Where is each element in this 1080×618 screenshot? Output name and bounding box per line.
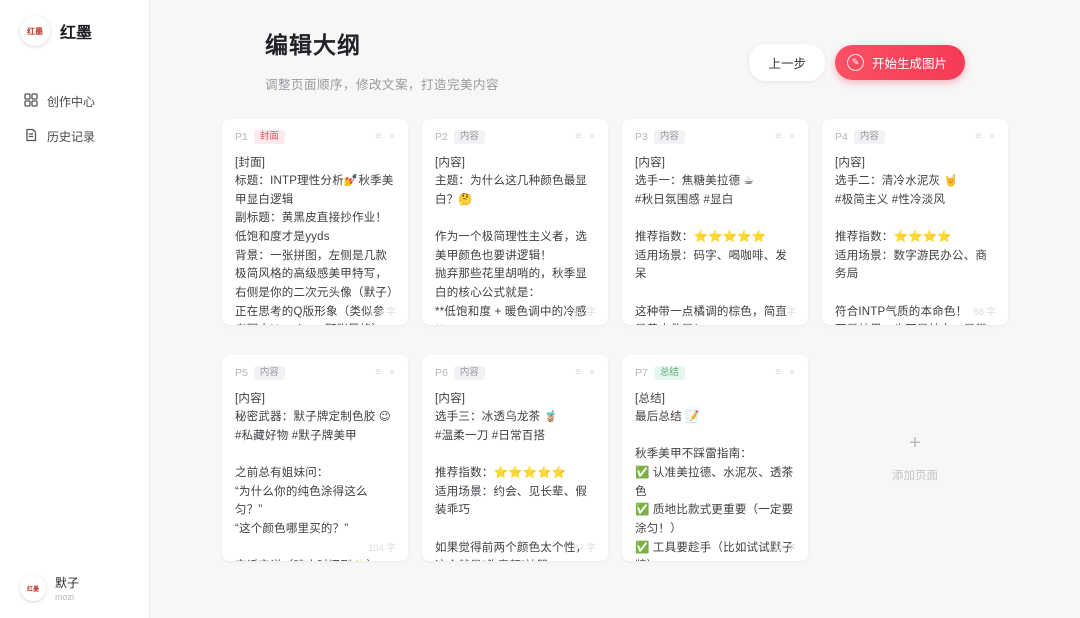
page-header: 编辑大纲 调整页面顺序，修改文案，打造完美内容 上一步 ✎ 开始生成图片 xyxy=(222,26,1008,93)
close-icon[interactable]: × xyxy=(589,367,595,378)
drag-handle-icon[interactable]: ≡ xyxy=(975,131,981,142)
card-actions: ≡ × xyxy=(975,131,995,142)
card-body-text[interactable]: [内容] 选手三：冰透乌龙茶 🧋 #温柔一刀 #日常百搭 推荐指数：⭐⭐⭐⭐⭐ … xyxy=(435,390,595,562)
card-tag-badge: 封面 xyxy=(254,130,285,144)
outline-card-p2[interactable]: P2 内容 ≡ × [内容] 主题：为什么这几种颜色最显白？🤔 作为一个极简理性… xyxy=(422,119,608,325)
card-id: P7 xyxy=(635,367,648,379)
drag-handle-icon[interactable]: ≡ xyxy=(775,131,781,142)
char-count: 88 字 xyxy=(973,304,996,318)
close-icon[interactable]: × xyxy=(389,131,395,142)
card-tag-badge: 内容 xyxy=(654,130,685,144)
history-icon xyxy=(24,128,38,145)
card-head: P4 内容 ≡ × xyxy=(835,130,995,144)
user-meta: 默子 mozi xyxy=(55,574,79,602)
brand-row: 红墨 红墨 xyxy=(0,0,149,46)
generate-images-button[interactable]: ✎ 开始生成图片 xyxy=(835,45,965,80)
sidebar-item-history[interactable]: 历史记录 xyxy=(0,119,149,154)
close-icon[interactable]: × xyxy=(589,131,595,142)
plus-icon: + xyxy=(909,433,921,453)
card-actions: ≡ × xyxy=(575,131,595,142)
close-icon[interactable]: × xyxy=(789,131,795,142)
user-name: 默子 xyxy=(55,574,79,591)
add-page-card[interactable]: + 添加页面 xyxy=(822,355,1008,561)
char-count: 104 字 xyxy=(368,540,396,554)
card-head: P7 总结 ≡ × xyxy=(635,366,795,380)
card-id: P3 xyxy=(635,131,648,143)
card-tag-badge: 内容 xyxy=(854,130,885,144)
main-area: 编辑大纲 调整页面顺序，修改文案，打造完美内容 上一步 ✎ 开始生成图片 P1 … xyxy=(150,0,1080,618)
sidebar-menu: 创作中心 历史记录 xyxy=(0,84,149,154)
char-count: 68 字 xyxy=(773,304,796,318)
sidebar: 红墨 红墨 创作中心 历史记录 红墨 默子 mozi xyxy=(0,0,150,618)
char-count: 176 字 xyxy=(368,304,396,318)
sidebar-item-label: 历史记录 xyxy=(47,128,95,145)
sidebar-item-creation-center[interactable]: 创作中心 xyxy=(0,84,149,119)
close-icon[interactable]: × xyxy=(989,131,995,142)
card-id: P1 xyxy=(235,131,248,143)
card-head: P1 封面 ≡ × xyxy=(235,130,395,144)
card-actions: ≡ × xyxy=(575,367,595,378)
page-header-text: 编辑大纲 调整页面顺序，修改文案，打造完美内容 xyxy=(265,26,499,93)
card-body-text[interactable]: [内容] 秘密武器：默子牌定制色胶 😉 #私藏好物 #默子牌美甲 之前总有姐妹问… xyxy=(235,390,395,562)
card-tag-badge: 内容 xyxy=(454,130,485,144)
card-actions: ≡ × xyxy=(375,367,395,378)
card-actions: ≡ × xyxy=(375,131,395,142)
user-profile[interactable]: 红墨 默子 mozi xyxy=(20,574,79,602)
previous-step-button[interactable]: 上一步 xyxy=(749,44,825,81)
card-body-text[interactable]: [封面] 标题：INTP理性分析💅秋季美甲显白逻辑 副标题：黄黑皮直接抄作业！低… xyxy=(235,154,395,326)
card-head: P2 内容 ≡ × xyxy=(435,130,595,144)
drag-handle-icon[interactable]: ≡ xyxy=(375,131,381,142)
outline-card-p1[interactable]: P1 封面 ≡ × [封面] 标题：INTP理性分析💅秋季美甲显白逻辑 副标题：… xyxy=(222,119,408,325)
card-id: P6 xyxy=(435,367,448,379)
grid-icon xyxy=(24,93,38,110)
outline-card-grid: P1 封面 ≡ × [封面] 标题：INTP理性分析💅秋季美甲显白逻辑 副标题：… xyxy=(222,119,1008,561)
char-count: 87 字 xyxy=(573,540,596,554)
generate-images-label: 开始生成图片 xyxy=(872,53,947,72)
brand-logo-icon: 红墨 xyxy=(20,16,50,46)
card-head: P5 内容 ≡ × xyxy=(235,366,395,380)
char-count: 92 字 xyxy=(773,540,796,554)
page-title: 编辑大纲 xyxy=(265,26,499,60)
card-tag-badge: 内容 xyxy=(254,366,285,380)
outline-card-p4[interactable]: P4 内容 ≡ × [内容] 选手二：清冷水泥灰 🤘 #极简主义 #性冷淡风 推… xyxy=(822,119,1008,325)
drag-handle-icon[interactable]: ≡ xyxy=(575,367,581,378)
card-body-text[interactable]: [总结] 最后总结 📝 秋季美甲不踩雷指南： ✅ 认准美拉德、水泥灰、透茶色 ✅… xyxy=(635,390,795,562)
card-head: P6 内容 ≡ × xyxy=(435,366,595,380)
drag-handle-icon[interactable]: ≡ xyxy=(775,367,781,378)
card-actions: ≡ × xyxy=(775,367,795,378)
card-tag-badge: 总结 xyxy=(654,366,685,380)
outline-card-p5[interactable]: P5 内容 ≡ × [内容] 秘密武器：默子牌定制色胶 😉 #私藏好物 #默子牌… xyxy=(222,355,408,561)
card-tag-badge: 内容 xyxy=(454,366,485,380)
card-body-text[interactable]: [内容] 选手一：焦糖美拉德 ☕ #秋日氛围感 #显白 推荐指数：⭐⭐⭐⭐⭐ 适… xyxy=(635,154,795,326)
card-body-text[interactable]: [内容] 主题：为什么这几种颜色最显白？🤔 作为一个极简理性主义者，选美甲颜色也… xyxy=(435,154,595,326)
char-count: 87 字 xyxy=(573,304,596,318)
sidebar-item-label: 创作中心 xyxy=(47,93,95,110)
card-id: P2 xyxy=(435,131,448,143)
header-actions: 上一步 ✎ 开始生成图片 xyxy=(749,44,965,81)
outline-card-p3[interactable]: P3 内容 ≡ × [内容] 选手一：焦糖美拉德 ☕ #秋日氛围感 #显白 推荐… xyxy=(622,119,808,325)
close-icon[interactable]: × xyxy=(389,367,395,378)
user-handle: mozi xyxy=(55,592,79,602)
drag-handle-icon[interactable]: ≡ xyxy=(575,131,581,142)
card-body-text[interactable]: [内容] 选手二：清冷水泥灰 🤘 #极简主义 #性冷淡风 推荐指数：⭐⭐⭐⭐ 适… xyxy=(835,154,995,326)
brand-name: 红墨 xyxy=(60,19,92,43)
card-head: P3 内容 ≡ × xyxy=(635,130,795,144)
add-page-label: 添加页面 xyxy=(892,467,938,483)
outline-card-p7[interactable]: P7 总结 ≡ × [总结] 最后总结 📝 秋季美甲不踩雷指南： ✅ 认准美拉德… xyxy=(622,355,808,561)
close-icon[interactable]: × xyxy=(789,367,795,378)
card-id: P4 xyxy=(835,131,848,143)
drag-handle-icon[interactable]: ≡ xyxy=(375,367,381,378)
avatar: 红墨 xyxy=(20,575,46,601)
card-actions: ≡ × xyxy=(775,131,795,142)
outline-card-p6[interactable]: P6 内容 ≡ × [内容] 选手三：冰透乌龙茶 🧋 #温柔一刀 #日常百搭 推… xyxy=(422,355,608,561)
pen-icon: ✎ xyxy=(847,54,864,71)
card-id: P5 xyxy=(235,367,248,379)
page-subtitle: 调整页面顺序，修改文案，打造完美内容 xyxy=(265,74,499,93)
